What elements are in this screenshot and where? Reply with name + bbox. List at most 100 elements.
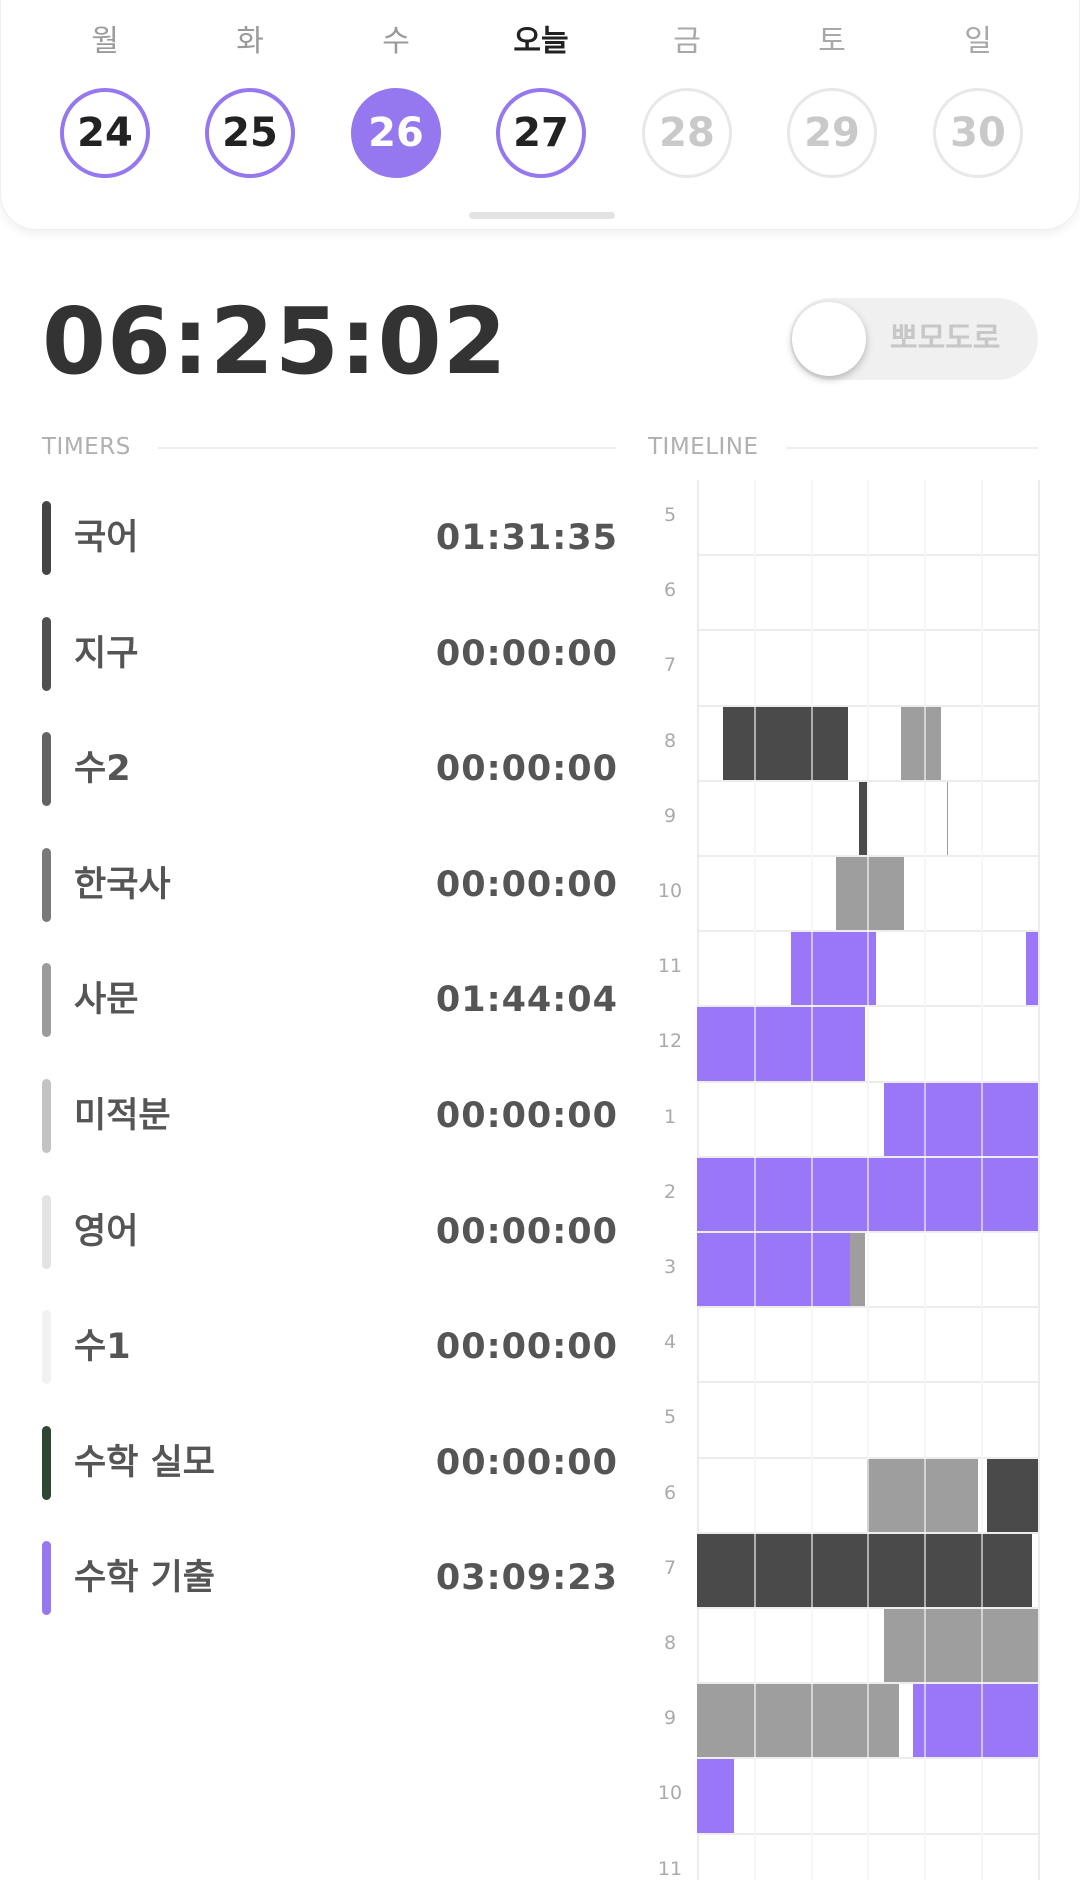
timeline-segment: [790, 932, 876, 1006]
pomodoro-toggle[interactable]: 뽀모도로: [790, 298, 1038, 380]
timer-name: 미적분: [74, 1096, 171, 1136]
day-date-circle[interactable]: 29: [787, 88, 877, 178]
timer-row[interactable]: 미적분 00:00:00: [42, 1079, 618, 1153]
toggle-knob[interactable]: [792, 302, 866, 376]
timeline-segment: [697, 1759, 734, 1833]
hour-label: 10: [657, 1782, 683, 1805]
timeline-segment: [986, 1458, 1038, 1532]
timer-color-bar: [42, 1310, 51, 1385]
hour-label: 9: [663, 1707, 677, 1730]
day-name: 월: [91, 24, 119, 59]
timeline-section-label: TIMELINE: [648, 434, 759, 460]
timeline-segment: [836, 857, 905, 931]
day-name: 금: [673, 24, 701, 59]
day-date-circle[interactable]: 28: [642, 88, 732, 178]
timer-row[interactable]: 영어 00:00:00: [42, 1194, 618, 1269]
timer-duration: 00:00:00: [435, 864, 618, 905]
timer-row[interactable]: 한국사 00:00:00: [42, 847, 618, 922]
timer-row[interactable]: 지구 00:00:00: [42, 616, 618, 691]
day-name: 오늘: [513, 24, 569, 59]
timer-color-bar: [42, 847, 51, 922]
timeline-vline-overlay: [810, 480, 813, 1880]
timer-duration: 00:00:00: [435, 1096, 618, 1136]
hour-label: 8: [663, 729, 677, 752]
timer-row[interactable]: 국어 01:31:35: [42, 501, 618, 575]
timeline-vline-overlay: [981, 480, 983, 1880]
hour-label: 6: [663, 579, 677, 602]
timeline-segment: [858, 781, 868, 855]
timeline-grid: 5 6 7 8 9 10 11 12 1 2 3 4 5 6 7 8 9 10 11: [650, 480, 1040, 1880]
timeline-segment: [1026, 932, 1038, 1006]
timer-name: 수학 실모: [74, 1442, 215, 1483]
hour-label: 9: [663, 804, 677, 827]
timer-duration: 03:09:23: [435, 1558, 618, 1599]
hour-label: 11: [657, 955, 683, 978]
hour-label: 7: [663, 1556, 677, 1579]
day-0[interactable]: 월 24: [55, 20, 155, 178]
day-5[interactable]: 토 29: [782, 20, 882, 178]
timer-color-bar: [42, 1079, 51, 1153]
day-name: 화: [236, 24, 264, 59]
timer-color-bar: [42, 616, 51, 691]
day-3[interactable]: 오늘 27: [491, 20, 591, 178]
hour-label: 2: [663, 1180, 677, 1203]
hour-label: 6: [663, 1481, 677, 1504]
timeline-segment: [884, 1082, 1038, 1156]
timeline-vline-overlay: [924, 480, 927, 1880]
timer-color-bar: [42, 501, 51, 575]
timeline-vline: [1037, 480, 1040, 1880]
day-date-circle[interactable]: 24: [60, 88, 150, 178]
hour-label: 5: [663, 504, 677, 526]
timer-row[interactable]: 사문 01:44:04: [42, 963, 618, 1038]
day-1[interactable]: 화 25: [200, 20, 300, 178]
day-date-circle[interactable]: 25: [205, 88, 295, 178]
timeline-segment: [901, 706, 942, 780]
hour-label: 4: [663, 1331, 677, 1354]
day-name: 일: [964, 24, 992, 59]
day-date-circle[interactable]: 27: [496, 88, 586, 178]
day-2[interactable]: 수 26: [346, 20, 446, 178]
hour-label: 11: [657, 1857, 683, 1880]
timers-section-label: TIMERS: [42, 434, 131, 460]
timer-color-bar: [42, 732, 51, 807]
timer-row[interactable]: 수2 00:00:00: [42, 732, 618, 807]
timeline-segment: [867, 1458, 979, 1532]
week-selector: 월 24 화 25 수 26 오늘 27 금 28 토 29 일 30: [0, 0, 1080, 230]
total-time-clock: 06:25:02: [42, 288, 508, 395]
hour-label: 1: [663, 1105, 677, 1128]
timer-name: 영어: [74, 1211, 139, 1252]
timer-duration: 00:00:00: [435, 1442, 618, 1483]
pomodoro-label: 뽀모도로: [890, 321, 1001, 356]
hour-label: 8: [663, 1632, 677, 1654]
timer-duration: 01:44:04: [435, 980, 618, 1021]
day-6[interactable]: 일 30: [928, 20, 1028, 178]
timeline-segment: [850, 1233, 865, 1307]
timer-name: 수2: [74, 749, 131, 790]
timers-divider: [158, 447, 616, 449]
day-date-circle[interactable]: 26: [351, 88, 441, 178]
timer-row[interactable]: 수1 00:00:00: [42, 1310, 618, 1385]
timer-duration: 00:00:00: [435, 1327, 618, 1368]
timer-name: 한국사: [74, 864, 171, 905]
day-name: 토: [818, 24, 846, 59]
timer-row[interactable]: 수학 실모 00:00:00: [42, 1425, 618, 1500]
timeline-vline-overlay: [753, 480, 756, 1880]
hour-label: 12: [657, 1030, 683, 1053]
timer-color-bar: [42, 1541, 51, 1616]
timeline-segment: [722, 706, 848, 780]
drag-handle[interactable]: [469, 212, 615, 219]
day-date-circle[interactable]: 30: [933, 88, 1023, 178]
day-4[interactable]: 금 28: [637, 20, 737, 178]
timer-duration: 00:00:00: [435, 749, 618, 790]
timer-name: 국어: [74, 518, 139, 558]
timer-row[interactable]: 수학 기출 03:09:23: [42, 1541, 618, 1616]
timeline-segment: [697, 1007, 865, 1081]
timer-duration: 01:31:35: [435, 518, 618, 558]
timeline-segment: [884, 1609, 1038, 1683]
hour-label: 5: [663, 1406, 677, 1429]
timeline-segment: [912, 1684, 1038, 1758]
hour-label: 10: [657, 880, 683, 902]
timer-name: 사문: [74, 980, 139, 1021]
timer-duration: 00:00:00: [435, 1211, 618, 1252]
timer-color-bar: [42, 1425, 51, 1500]
